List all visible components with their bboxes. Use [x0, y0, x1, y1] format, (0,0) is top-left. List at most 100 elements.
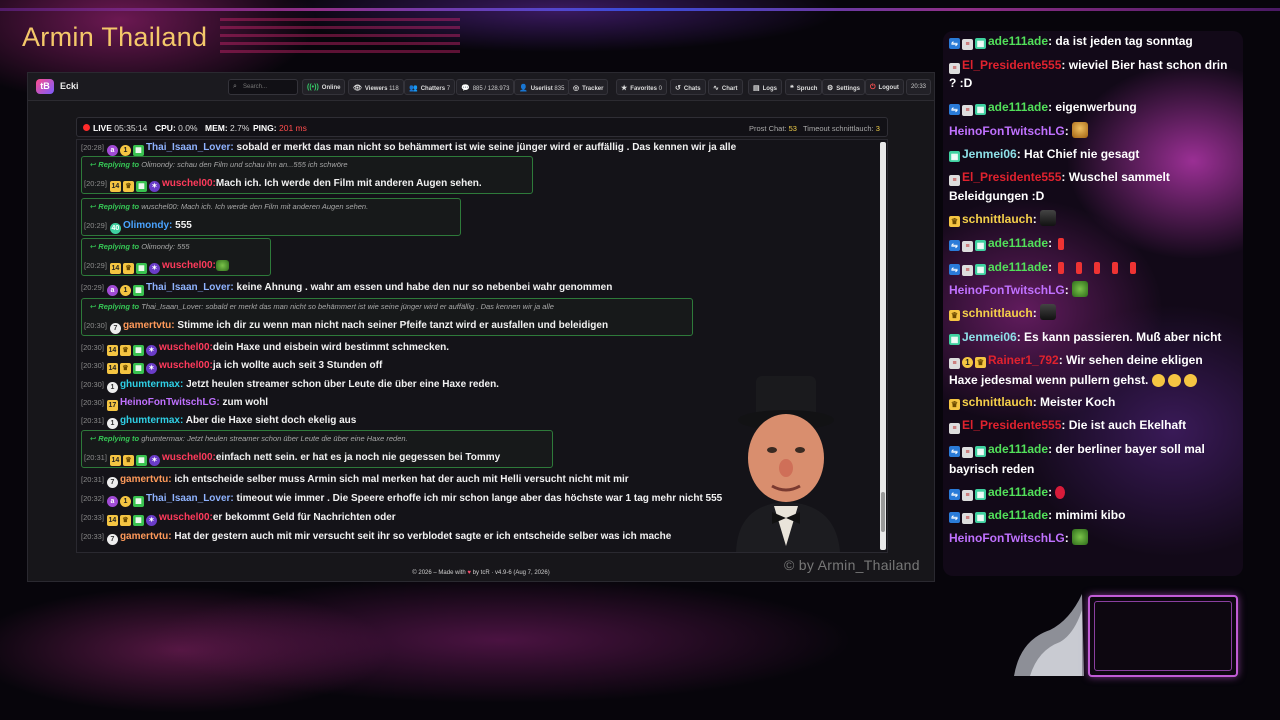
chat-message: [20:29] 40 Olimondy: 555 [84, 220, 192, 234]
emote-icon [1072, 122, 1089, 138]
streamer-avatar [736, 376, 840, 552]
crown-badge-icon: ♛ [119, 515, 131, 526]
gift-badge-icon: ▦ [132, 515, 144, 526]
navbar: tB Ecki ⌕ Search... ((•)) Online 👁 Viewers … [28, 73, 934, 101]
settings-button[interactable]: ⚙ Settings [822, 79, 865, 95]
overlay-chat-line: HeinoFonTwitschLG: [949, 121, 1239, 141]
chart-button[interactable]: ∿ Chart [708, 79, 743, 95]
flag-badge-icon: ≡ [962, 105, 973, 116]
chat-message: [20:33] 14 ♛ ▦ ✶ wuschel00:er bekommt Geld fü… [81, 512, 396, 526]
userlist-button[interactable]: 👤 Userlist 835 [514, 79, 570, 95]
crown-badge-icon: ♛ [119, 345, 131, 356]
overlay-chat-line: ♛ schnittlauch: [949, 209, 1239, 229]
reply-arrow-icon: ↩ [90, 202, 97, 211]
user-icon: 👤 [519, 85, 528, 92]
reply-context[interactable]: ↩ Replying to ghumtermax: Jetzt heulen st… [90, 434, 408, 443]
spruch-button[interactable]: ❝ Spruch [785, 79, 823, 95]
chat-message: [20:29] 14 ♛ ▦ ✶ wuschel00:Mach ich. Ich werd… [84, 178, 482, 192]
sub-7-badge-icon: 7 [106, 477, 118, 488]
overlay-chat-line: ≡ El_Presidente555: Die ist auch Ekelhaft [949, 415, 1239, 435]
overlay-chat-line: bayrisch reden [949, 462, 1035, 476]
emote-icon [1076, 262, 1083, 274]
overlay-chat-line: ⇋ ≡ ▦ ade111ade: mimimi kibo [949, 505, 1239, 525]
overlay-chat-line: ≡ 1 ♛ Rainer1_792: Wir sehen deine ekligen [949, 350, 1239, 370]
flag-badge-icon: ≡ [962, 39, 973, 50]
chat-message: [20:30] 1 ghumtermax: Jetzt heulen streame… [81, 379, 499, 393]
sub-40-badge-icon: 40 [109, 223, 121, 234]
emote-icon [1055, 486, 1066, 499]
sub-1-badge-icon: 1 [106, 418, 118, 429]
emote-icon [1072, 529, 1089, 545]
flag-badge-icon: ≡ [962, 513, 973, 524]
chats-button[interactable]: ↺ Chats [670, 79, 706, 95]
crown-badge-icon: ♛ [949, 399, 960, 410]
prime-badge-icon: ⇋ [949, 512, 960, 523]
users-icon: 👥 [409, 85, 418, 92]
gift-badge-icon: ▦ [975, 104, 986, 115]
logs-button[interactable]: ▤ Logs [748, 79, 782, 95]
chat-scrollbar[interactable] [880, 142, 886, 550]
gift-badge-icon: ▦ [132, 145, 144, 156]
tracker-button[interactable]: ◎ Tracker [568, 79, 609, 95]
gift-badge-icon: ▦ [975, 264, 986, 275]
viewers-button[interactable]: 👁 Viewers 118 [348, 79, 404, 95]
chat-message: [20:29] a 1 ▦ Thai_Isaan_Lover: keine Ahnung… [81, 282, 613, 296]
gift-badge-icon: ▦ [975, 446, 986, 457]
chat-message: [20:30] 17 HeinoFonTwitschLG: zum wohl [81, 397, 269, 411]
app-logo[interactable]: tB [36, 79, 54, 94]
emote-icon [1072, 281, 1089, 297]
chat-message: [20:31] 7 gamertvtu: ich entscheide selber… [81, 474, 629, 488]
emote-icon [1094, 262, 1101, 274]
messages-counter[interactable]: 💬 885 / 128.973 [456, 79, 515, 95]
overlay-chat-line: HeinoFonTwitschLG: [949, 280, 1239, 300]
crown-badge-icon: ♛ [122, 455, 134, 466]
flag-badge-icon: ✶ [148, 263, 160, 274]
sub-badge-icon: a [106, 285, 118, 296]
emoji-icon [1167, 374, 1181, 387]
gift-badge-icon: ▦ [975, 512, 986, 523]
chat-message: [20:30] 7 gamertvtu: Stimme ich dir zu wen… [84, 320, 609, 334]
prost-counter: Prost Chat: 53 [749, 124, 797, 133]
overlay-chat-line: ▦ Jenmei06: Hat Chief nie gesagt [949, 147, 1140, 162]
favorites-button[interactable]: ★ Favorites 0 [616, 79, 667, 95]
reply-arrow-icon: ↩ [90, 242, 97, 251]
bits-badge-icon: 1 [119, 496, 131, 507]
logout-icon: ⏻ [870, 84, 876, 91]
search-input[interactable]: ⌕ Search... [228, 79, 298, 95]
eye-icon: 👁 [353, 85, 362, 92]
flag-badge-icon: ✶ [145, 363, 157, 374]
flag-badge-icon: ≡ [949, 175, 960, 186]
sub-14-badge-icon: 14 [109, 181, 121, 192]
crown-badge-icon: ♛ [119, 363, 131, 374]
gift-badge-icon: ▦ [135, 263, 147, 274]
chart-icon: ∿ [713, 85, 719, 92]
clock: 20:33 [906, 79, 932, 95]
gift-badge-icon: ▦ [975, 489, 986, 500]
reply-context[interactable]: ↩ Replying to wuschel00: Mach ich. Ich we… [90, 202, 368, 211]
overlay-chat-line: ⇋ ≡ ▦ ade111ade: der berliner bayer soll ma… [949, 439, 1239, 459]
chat-message: [20:30] 14 ♛ ▦ ✶ wuschel00:dein Haxe und eisb… [81, 342, 450, 356]
heart-icon: ♥ [467, 570, 471, 576]
flag-badge-icon: ✶ [148, 181, 160, 192]
live-indicator: LIVE 05:35:14 [93, 123, 148, 133]
emote-icon [1058, 262, 1065, 274]
reply-arrow-icon: ↩ [90, 302, 97, 311]
sub-14-badge-icon: 14 [109, 263, 121, 274]
overlay-chat-line: ⇋ ≡ ▦ ade111ade: [949, 257, 1239, 277]
reply-context[interactable]: ↩ Replying to Olimondy: schau den Film un… [90, 160, 348, 169]
reply-context[interactable]: ↩ Replying to Olimondy: 555 [90, 242, 190, 251]
quote-icon: ❝ [790, 85, 794, 92]
log-icon: ▤ [753, 85, 760, 92]
chatters-button[interactable]: 👥 Chatters 7 [404, 79, 456, 95]
reply-arrow-icon: ↩ [90, 434, 97, 443]
stream-chat-overlay: ⇋ ≡ ▦ ade111ade: da ist jeden tag sonntag ≡… [943, 31, 1243, 576]
gift-badge-icon: ▦ [975, 38, 986, 49]
crown-badge-icon: ♛ [122, 263, 134, 274]
cpu-stat: CPU: 0.0% [155, 123, 198, 133]
overlay-chat-line: ⇋ ≡ ▦ ade111ade: eigenwerbung [949, 97, 1239, 117]
scrollbar-thumb[interactable] [881, 492, 885, 532]
online-button[interactable]: ((•)) Online [302, 79, 346, 95]
reply-message: ↩ Replying to ghumtermax: Jetzt heulen st… [81, 430, 553, 468]
logout-button[interactable]: ⏻ Logout [865, 79, 904, 95]
reply-context[interactable]: ↩ Replying to Thai_Isaan_Lover: sobald er… [90, 302, 554, 311]
